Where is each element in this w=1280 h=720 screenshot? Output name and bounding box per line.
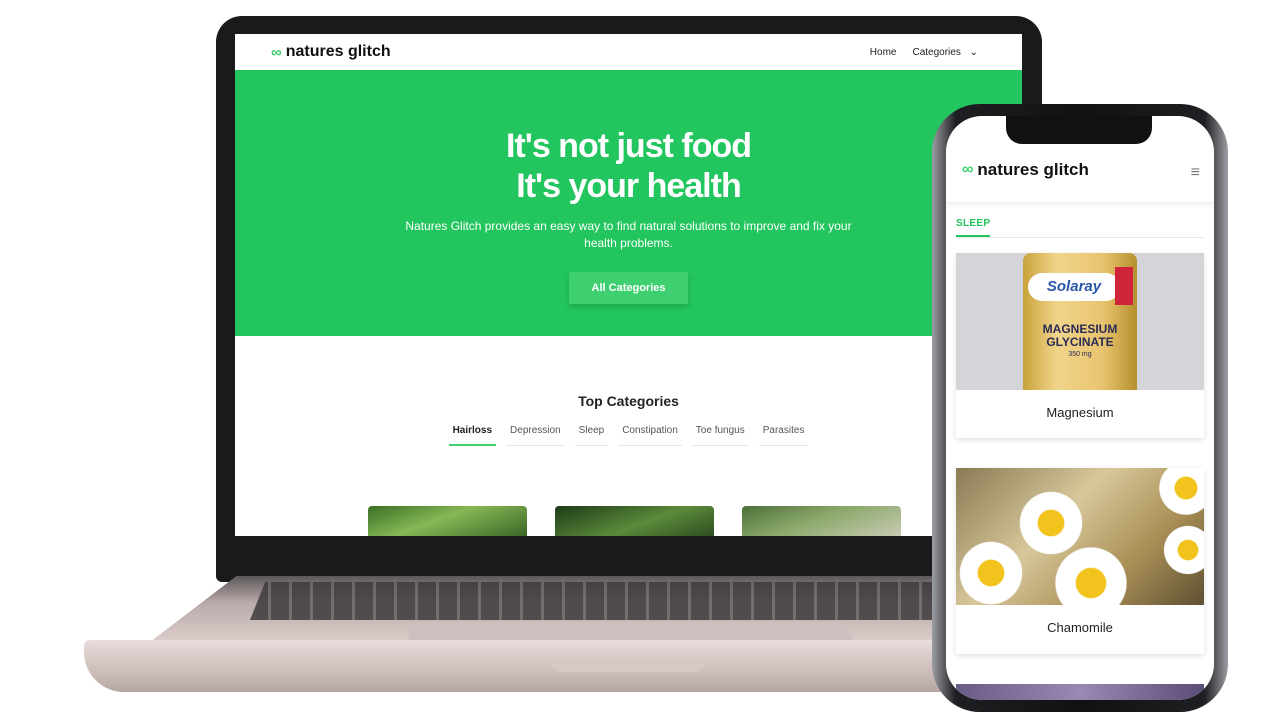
nav-links: Home Categories ⌄ [870, 34, 978, 70]
nav-home-link[interactable]: Home [870, 47, 897, 58]
phone-navbar: ∞ natures glitch ≡ [946, 156, 1214, 203]
category-card-image[interactable] [742, 506, 901, 536]
tab-constipation[interactable]: Constipation [618, 423, 682, 446]
laptop-lip [552, 660, 704, 672]
category-card-image[interactable] [555, 506, 714, 536]
chevron-down-icon: ⌄ [970, 47, 978, 58]
laptop-screen: ∞ natures glitch Home Categories ⌄ It's … [235, 34, 1022, 536]
tab-toe-fungus[interactable]: Toe fungus [692, 423, 749, 446]
phone-notch [1006, 116, 1152, 144]
bottle-label: MAGNESIUM GLYCINATE [1023, 323, 1137, 349]
bottle-tag [1115, 267, 1133, 305]
site-navbar: ∞ natures glitch Home Categories ⌄ [235, 34, 1022, 70]
chamomile-flower [956, 538, 1026, 605]
keyboard [250, 582, 1010, 620]
logo-text: natures glitch [286, 43, 391, 61]
chamomile-flower [1161, 523, 1204, 577]
supplement-bottle-image: Solaray MAGNESIUM GLYCINATE 350 mg [1023, 253, 1137, 390]
nav-categories-dropdown[interactable]: Categories ⌄ [912, 47, 978, 58]
site-logo[interactable]: ∞ natures glitch [271, 43, 391, 61]
tab-sleep[interactable]: SLEEP [956, 218, 990, 237]
tab-sleep[interactable]: Sleep [575, 423, 609, 446]
infinity-logo-icon: ∞ [962, 161, 970, 179]
nav-categories-label: Categories [912, 47, 960, 58]
tab-divider [956, 237, 1204, 238]
hero-section: It's not just food It's your health Natu… [235, 70, 1022, 336]
tab-depression[interactable]: Depression [506, 423, 565, 446]
top-categories-title: Top Categories [235, 393, 1022, 409]
bottle-dose: 350 mg [1023, 351, 1137, 358]
category-tabs: Hairloss Depression Sleep Constipation T… [235, 423, 1022, 446]
hero-title-line2: It's your health [516, 167, 740, 205]
phone-logo-text: natures glitch [977, 160, 1088, 180]
tab-hairloss[interactable]: Hairloss [449, 423, 496, 446]
next-product-image [956, 684, 1204, 700]
all-categories-button[interactable]: All Categories [569, 272, 689, 304]
phone-screen: ∞ natures glitch ≡ SLEEP Solaray MAGNESI… [946, 116, 1214, 700]
phone-logo[interactable]: ∞ natures glitch [962, 160, 1089, 180]
product-name: Magnesium [956, 405, 1204, 420]
infinity-logo-icon: ∞ [271, 44, 279, 61]
hero-title-line1: It's not just food [506, 127, 751, 165]
hamburger-menu-icon[interactable]: ≡ [1191, 164, 1200, 182]
category-card-image[interactable] [368, 506, 527, 536]
hero-description: Natures Glitch provides an easy way to f… [404, 218, 854, 252]
product-card[interactable]: Solaray MAGNESIUM GLYCINATE 350 mg Magne… [956, 253, 1204, 438]
product-name: Chamomile [956, 620, 1204, 635]
laptop-bezel [235, 536, 1022, 576]
tab-parasites[interactable]: Parasites [759, 423, 809, 446]
product-image [956, 468, 1204, 605]
bottle-brand: Solaray [1028, 273, 1120, 301]
product-card[interactable]: Chamomile [956, 468, 1204, 654]
product-image: Solaray MAGNESIUM GLYCINATE 350 mg [956, 253, 1204, 390]
category-cards [368, 506, 901, 536]
chamomile-flower [1156, 468, 1204, 518]
hero-title: It's not just food It's your health [235, 70, 1022, 206]
